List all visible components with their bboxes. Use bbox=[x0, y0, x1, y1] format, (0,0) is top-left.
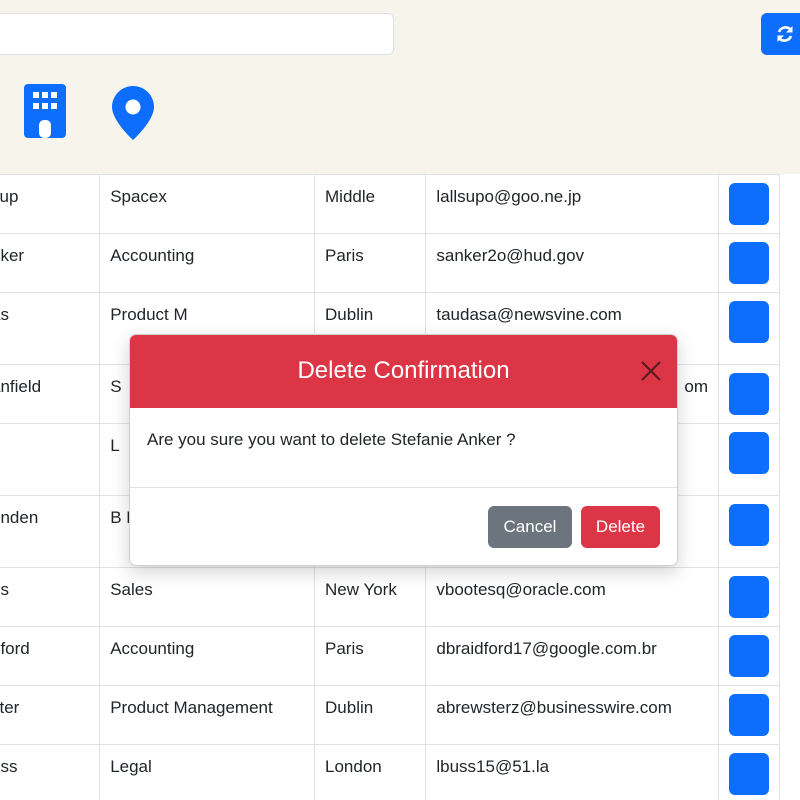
modal-header: Delete Confirmation bbox=[130, 335, 677, 408]
cancel-button[interactable]: Cancel bbox=[488, 506, 572, 548]
modal-footer: Cancel Delete bbox=[130, 488, 677, 565]
modal-message: Are you sure you want to delete Stefanie… bbox=[130, 408, 677, 488]
delete-confirmation-modal: Delete Confirmation Are you sure you wan… bbox=[129, 334, 678, 566]
modal-backdrop: Delete Confirmation Are you sure you wan… bbox=[0, 0, 800, 800]
modal-title: Delete Confirmation bbox=[297, 357, 510, 384]
delete-button[interactable]: Delete bbox=[581, 506, 660, 548]
close-icon[interactable] bbox=[639, 359, 663, 383]
